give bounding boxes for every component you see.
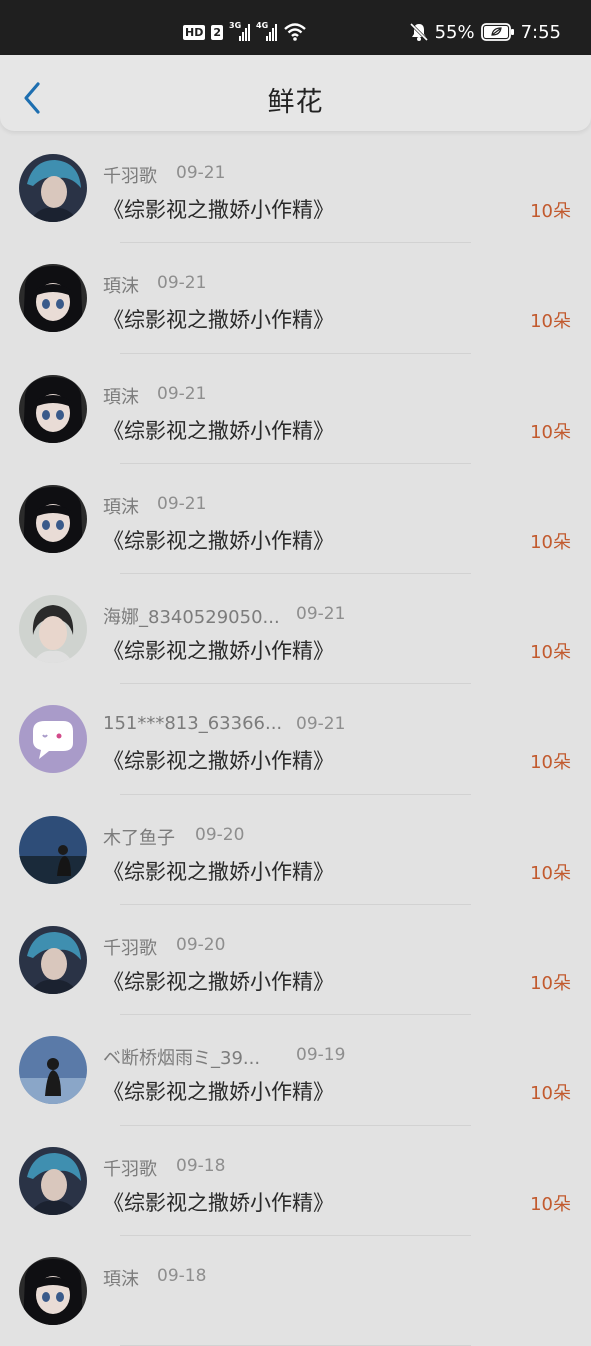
hd-badge: HD bbox=[183, 24, 206, 40]
gift-date: 09-20 bbox=[176, 935, 226, 956]
flower-count: 10朵 bbox=[530, 973, 571, 995]
username: 頊沫 bbox=[103, 496, 139, 518]
username: 木了鱼子 bbox=[103, 827, 175, 849]
app-header: 鲜花 bbox=[0, 55, 591, 131]
book-title: 《综影视之撒娇小作精》 bbox=[103, 749, 334, 774]
username: 頊沫 bbox=[103, 276, 139, 298]
list-item[interactable]: 頊沫 09-21 《综影视之撒娇小作精》 10朵 bbox=[0, 354, 591, 464]
list-item[interactable]: 千羽歌 09-20 《综影视之撒娇小作精》 10朵 bbox=[0, 905, 591, 1016]
list-item[interactable]: 木了鱼子 09-20 《综影视之撒娇小作精》 10朵 bbox=[0, 795, 591, 906]
book-title: 《综影视之撒娇小作精》 bbox=[103, 1080, 334, 1105]
list-item[interactable]: 頊沫 09-21 《综影视之撒娇小作精》 10朵 bbox=[0, 464, 591, 575]
page-title: 鲜花 bbox=[267, 87, 324, 118]
flower-count: 10朵 bbox=[530, 752, 571, 774]
gift-date: 09-18 bbox=[157, 1265, 207, 1286]
flower-count: 10朵 bbox=[530, 1193, 571, 1215]
status-icons-right: 55% 7:55 bbox=[409, 20, 561, 44]
username: 151***813_63366... bbox=[103, 713, 283, 735]
gift-date: 09-21 bbox=[296, 714, 346, 735]
book-title: 《综影视之撒娇小作精》 bbox=[103, 198, 334, 222]
avatar[interactable] bbox=[19, 154, 87, 222]
flower-count: 10朵 bbox=[530, 531, 571, 553]
avatar[interactable] bbox=[19, 595, 87, 664]
gift-date: 09-19 bbox=[296, 1045, 346, 1066]
book-title: 《综影视之撒娇小作精》 bbox=[103, 859, 334, 884]
net-3g-label: 3G bbox=[229, 21, 242, 30]
flower-count: 10朵 bbox=[530, 421, 571, 443]
username: 海娜_8340529050... bbox=[103, 607, 280, 629]
battery-leaf-icon bbox=[480, 23, 514, 41]
gift-date: 09-21 bbox=[176, 163, 226, 183]
sim-badge: 2 bbox=[211, 24, 223, 40]
avatar[interactable] bbox=[19, 264, 87, 333]
list-item[interactable]: 海娜_8340529050... 09-21 《综影视之撒娇小作精》 10朵 bbox=[0, 574, 591, 685]
flower-count: 10朵 bbox=[530, 1083, 571, 1105]
battery-percent: 55% bbox=[434, 21, 475, 43]
status-icons-left: HD 2 3G 4G bbox=[183, 20, 307, 44]
signal-4g-icon: 4G bbox=[256, 21, 277, 41]
wifi-icon bbox=[284, 23, 306, 41]
gift-date: 09-21 bbox=[157, 273, 207, 294]
list-item[interactable]: 頊沫 09-21 《综影视之撒娇小作精》 10朵 bbox=[0, 243, 591, 354]
book-title: 《综影视之撒娇小作精》 bbox=[103, 970, 334, 995]
flower-count: 10朵 bbox=[530, 311, 571, 333]
list-item[interactable]: 頊沫 09-18 bbox=[0, 1236, 591, 1346]
username: ベ断桥烟雨ミ_39... bbox=[103, 1048, 261, 1070]
signal-3g-icon: 3G bbox=[229, 21, 250, 41]
username: 頊沫 bbox=[103, 1268, 139, 1290]
username: 頊沫 bbox=[103, 386, 139, 408]
book-title: 《综影视之撒娇小作精》 bbox=[103, 308, 334, 333]
gift-date: 09-21 bbox=[157, 383, 207, 404]
book-title: 《综影视之撒娇小作精》 bbox=[103, 1190, 334, 1215]
bell-muted-icon bbox=[409, 22, 428, 42]
username: 千羽歌 bbox=[103, 1158, 157, 1180]
avatar[interactable] bbox=[19, 1036, 87, 1105]
avatar[interactable] bbox=[19, 374, 87, 443]
list-item[interactable]: 千羽歌 09-21 《综影视之撒娇小作精》 10朵 bbox=[0, 133, 591, 244]
avatar[interactable] bbox=[19, 926, 87, 995]
clock-time: 7:55 bbox=[520, 21, 561, 43]
avatar[interactable] bbox=[19, 484, 87, 553]
flower-count: 10朵 bbox=[530, 862, 571, 884]
gift-date: 09-21 bbox=[296, 604, 346, 625]
avatar[interactable] bbox=[19, 705, 87, 774]
gift-date: 09-20 bbox=[195, 824, 245, 845]
gift-date: 09-18 bbox=[176, 1155, 226, 1176]
net-4g-label: 4G bbox=[256, 21, 269, 30]
flower-count: 10朵 bbox=[530, 642, 571, 664]
list-item[interactable]: 千羽歌 09-18 《综影视之撒娇小作精》 10朵 bbox=[0, 1126, 591, 1236]
book-title: 《综影视之撒娇小作精》 bbox=[103, 639, 334, 664]
avatar[interactable] bbox=[19, 815, 87, 884]
avatar[interactable] bbox=[19, 1146, 87, 1215]
flower-gift-list: 千羽歌 09-21 《综影视之撒娇小作精》 10朵 頊沫 09-21 《综影视之… bbox=[0, 133, 591, 1346]
book-title: 《综影视之撒娇小作精》 bbox=[103, 528, 334, 553]
gift-date: 09-21 bbox=[157, 493, 207, 514]
flower-count: 10朵 bbox=[530, 201, 571, 222]
username: 千羽歌 bbox=[103, 938, 157, 960]
username: 千羽歌 bbox=[103, 166, 157, 187]
avatar[interactable] bbox=[19, 1256, 87, 1325]
list-item[interactable]: 151***813_63366... 09-21 《综影视之撒娇小作精》 10朵 bbox=[0, 684, 591, 795]
list-item[interactable]: ベ断桥烟雨ミ_39... 09-19 《综影视之撒娇小作精》 10朵 bbox=[0, 1015, 591, 1126]
status-bar: HD 2 3G 4G 55% 7:55 bbox=[0, 0, 591, 55]
book-title: 《综影视之撒娇小作精》 bbox=[103, 418, 334, 443]
